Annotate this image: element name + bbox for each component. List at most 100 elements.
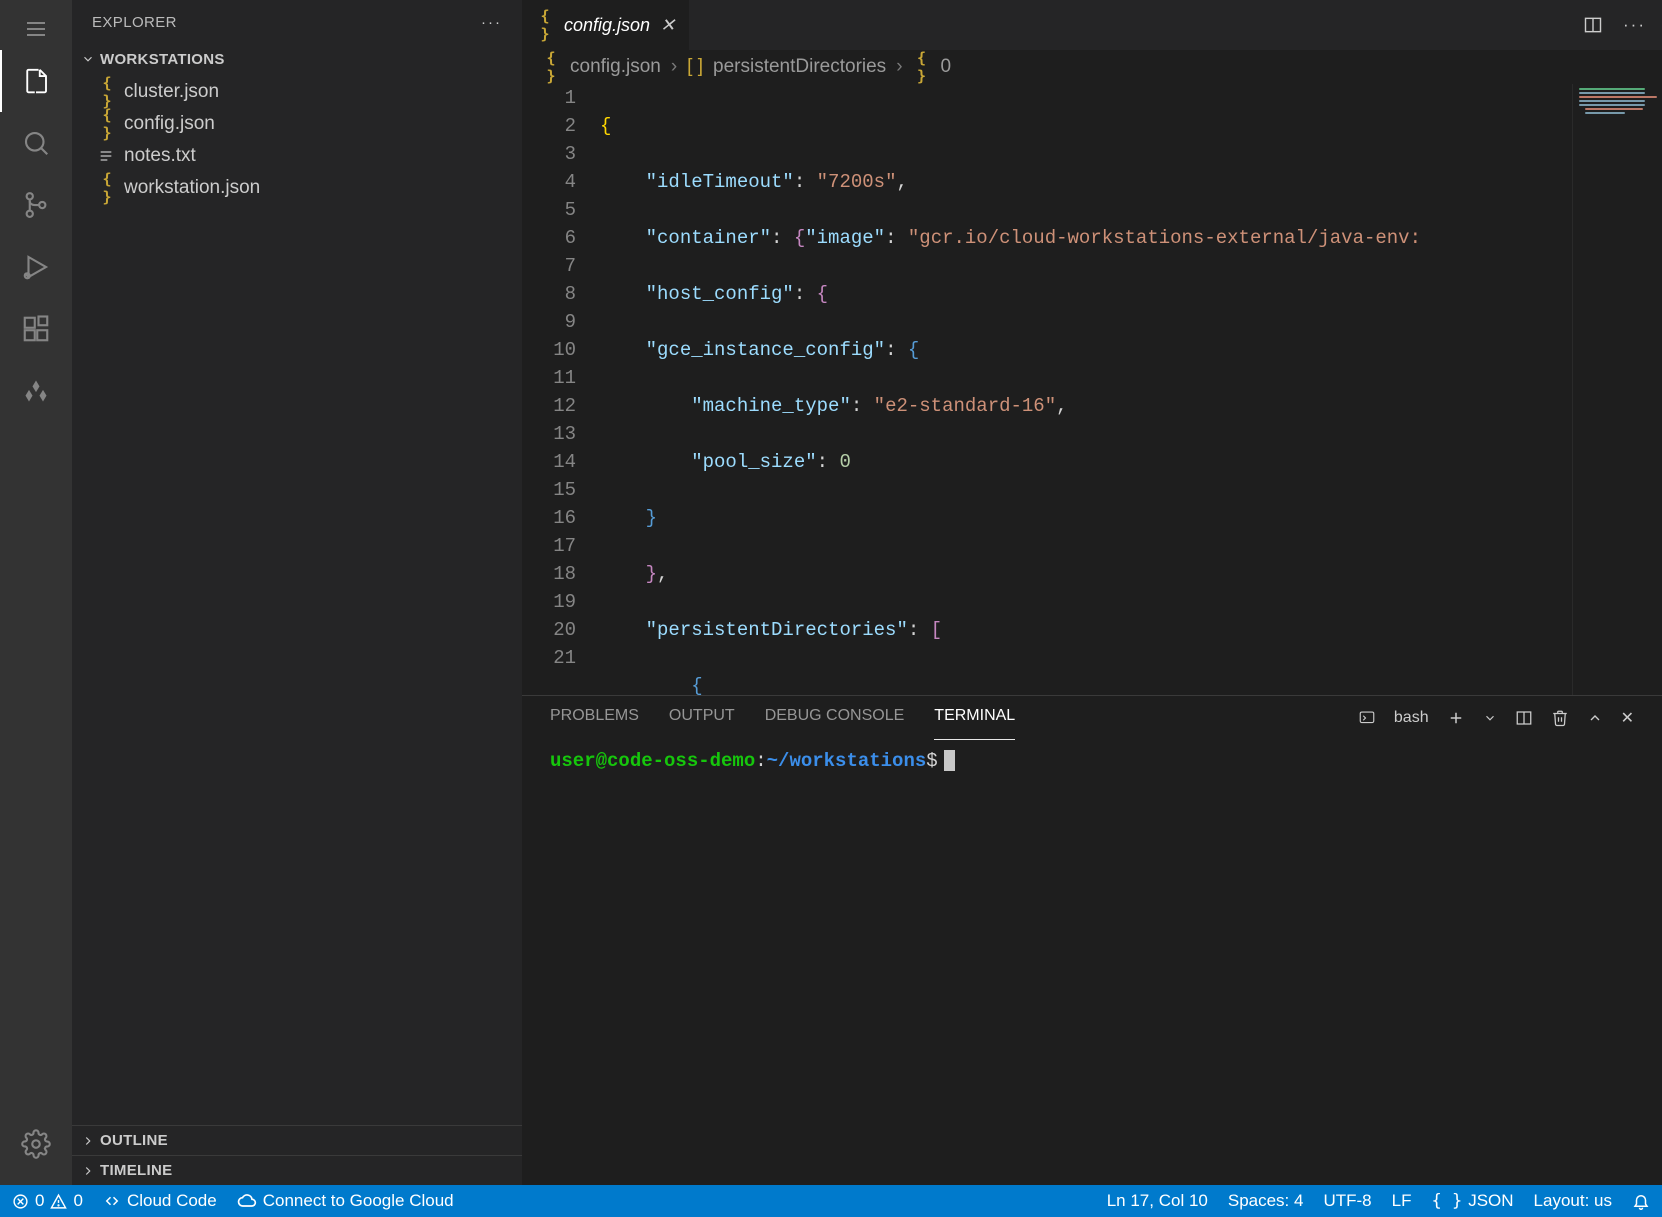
status-bell-icon[interactable] <box>1632 1192 1650 1210</box>
code-content[interactable]: { "idleTimeout": "7200s", "container": {… <box>600 84 1662 695</box>
status-language-label: JSON <box>1468 1191 1513 1211</box>
activity-extensions[interactable] <box>0 298 72 360</box>
chevron-right-icon: › <box>896 56 902 78</box>
minimap-line <box>1579 100 1645 102</box>
terminal-shell-icon <box>1358 709 1376 727</box>
code-text: { <box>600 115 611 137</box>
file-item-workstation[interactable]: { } workstation.json <box>72 172 522 204</box>
code-editor[interactable]: 123456789101112131415161718192021 { "idl… <box>522 84 1662 695</box>
chevron-right-icon: › <box>671 56 677 78</box>
sidebar: EXPLORER ··· WORKSTATIONS { } cluster.js… <box>72 0 522 1185</box>
terminal-new-icon[interactable] <box>1447 709 1465 727</box>
timeline-label: TIMELINE <box>100 1162 172 1179</box>
code-text: "pool_size" <box>691 451 816 473</box>
code-text: "e2-standard-16" <box>874 395 1056 417</box>
panel-tabs: PROBLEMS OUTPUT DEBUG CONSOLE TERMINAL b… <box>522 696 1662 740</box>
code-text: 0 <box>839 451 850 473</box>
status-lncol[interactable]: Ln 17, Col 10 <box>1107 1191 1208 1211</box>
file-name: cluster.json <box>124 81 219 103</box>
status-spaces[interactable]: Spaces: 4 <box>1228 1191 1304 1211</box>
bottom-panel: PROBLEMS OUTPUT DEBUG CONSOLE TERMINAL b… <box>522 695 1662 1185</box>
status-errors[interactable]: 0 0 <box>12 1191 83 1211</box>
file-name: workstation.json <box>124 177 260 199</box>
status-connect-cloud[interactable]: Connect to Google Cloud <box>237 1191 454 1211</box>
workspace-header[interactable]: WORKSTATIONS <box>72 44 522 74</box>
activity-source-control[interactable] <box>0 174 72 236</box>
status-eol[interactable]: LF <box>1392 1191 1412 1211</box>
sidebar-more-icon[interactable]: ··· <box>481 14 502 31</box>
activity-bar <box>0 0 72 1185</box>
activity-explorer[interactable] <box>0 50 72 112</box>
status-warnings-count: 0 <box>73 1191 82 1211</box>
outline-label: OUTLINE <box>100 1132 168 1149</box>
editor-area: { } config.json ✕ ··· { } config.json › … <box>522 0 1662 1185</box>
file-name: notes.txt <box>124 145 196 167</box>
panel-tab-debug[interactable]: DEBUG CONSOLE <box>765 696 905 740</box>
file-item-config[interactable]: { } config.json <box>72 108 522 140</box>
sidebar-bottom: OUTLINE TIMELINE <box>72 1125 522 1185</box>
terminal-user: user@code-oss-demo <box>550 750 755 772</box>
code-text: "machine_type" <box>691 395 851 417</box>
tab-config[interactable]: { } config.json ✕ <box>522 0 690 50</box>
split-editor-icon[interactable] <box>1583 15 1603 35</box>
json-icon: { } <box>98 106 116 142</box>
status-left: 0 0 Cloud Code Connect to Google Cloud <box>12 1191 454 1211</box>
line-number-gutter: 123456789101112131415161718192021 <box>522 84 600 695</box>
breadcrumb-file: config.json <box>570 56 661 78</box>
file-list: { } cluster.json { } config.json notes.t… <box>72 74 522 206</box>
minimap-line <box>1579 92 1645 94</box>
activity-settings[interactable] <box>0 1113 72 1175</box>
terminal-view[interactable]: user@code-oss-demo:~/workstations$ <box>522 740 1662 1185</box>
menu-icon[interactable] <box>0 8 72 50</box>
activity-cloud-code[interactable] <box>0 360 72 422</box>
outline-header[interactable]: OUTLINE <box>72 1125 522 1155</box>
code-text: "persistentDirectories" <box>646 619 908 641</box>
chevron-right-icon <box>80 1133 96 1149</box>
status-errors-count: 0 <box>35 1191 44 1211</box>
json-icon: { } <box>98 170 116 206</box>
status-right: Ln 17, Col 10 Spaces: 4 UTF-8 LF { } JSO… <box>1107 1191 1650 1211</box>
terminal-shell-label[interactable]: bash <box>1394 709 1429 727</box>
minimap[interactable] <box>1572 84 1662 695</box>
file-name: config.json <box>124 113 215 135</box>
activity-search[interactable] <box>0 112 72 174</box>
panel-tab-problems[interactable]: PROBLEMS <box>550 696 639 740</box>
tab-label: config.json <box>564 15 650 36</box>
array-icon: [ ] <box>687 56 703 78</box>
minimap-line <box>1579 88 1645 90</box>
panel-maximize-icon[interactable] <box>1587 710 1603 726</box>
code-text: "idleTimeout" <box>646 171 794 193</box>
minimap-line <box>1579 104 1645 106</box>
tab-bar-actions: ··· <box>1583 0 1662 50</box>
status-encoding[interactable]: UTF-8 <box>1323 1191 1371 1211</box>
code-text: "7200s" <box>817 171 897 193</box>
timeline-header[interactable]: TIMELINE <box>72 1155 522 1185</box>
workspace-name: WORKSTATIONS <box>100 51 225 68</box>
code-text: "container" <box>646 227 771 249</box>
minimap-line <box>1585 112 1625 114</box>
status-language[interactable]: { } JSON <box>1431 1191 1513 1211</box>
breadcrumb[interactable]: { } config.json › [ ] persistentDirector… <box>522 50 1662 84</box>
panel-close-icon[interactable]: ✕ <box>1621 708 1634 728</box>
chevron-down-icon[interactable] <box>1483 711 1497 725</box>
status-cloud-code-label: Cloud Code <box>127 1191 217 1211</box>
terminal-split-icon[interactable] <box>1515 709 1533 727</box>
panel-tab-terminal[interactable]: TERMINAL <box>934 696 1015 740</box>
file-item-cluster[interactable]: { } cluster.json <box>72 76 522 108</box>
status-layout[interactable]: Layout: us <box>1534 1191 1612 1211</box>
panel-tab-output[interactable]: OUTPUT <box>669 696 735 740</box>
breadcrumb-seg1: persistentDirectories <box>713 56 886 78</box>
close-icon[interactable]: ✕ <box>660 15 675 36</box>
sidebar-header: EXPLORER ··· <box>72 0 522 44</box>
activity-debug[interactable] <box>0 236 72 298</box>
json-icon: { } <box>1431 1191 1462 1211</box>
terminal-sep: : <box>755 750 766 772</box>
file-item-notes[interactable]: notes.txt <box>72 140 522 172</box>
tab-more-icon[interactable]: ··· <box>1623 15 1646 35</box>
status-cloud-code[interactable]: Cloud Code <box>103 1191 217 1211</box>
minimap-line <box>1585 108 1643 110</box>
status-bar: 0 0 Cloud Code Connect to Google Cloud L… <box>0 1185 1662 1217</box>
terminal-kill-icon[interactable] <box>1551 709 1569 727</box>
json-icon: { } <box>536 7 554 43</box>
json-icon: { } <box>913 49 931 85</box>
